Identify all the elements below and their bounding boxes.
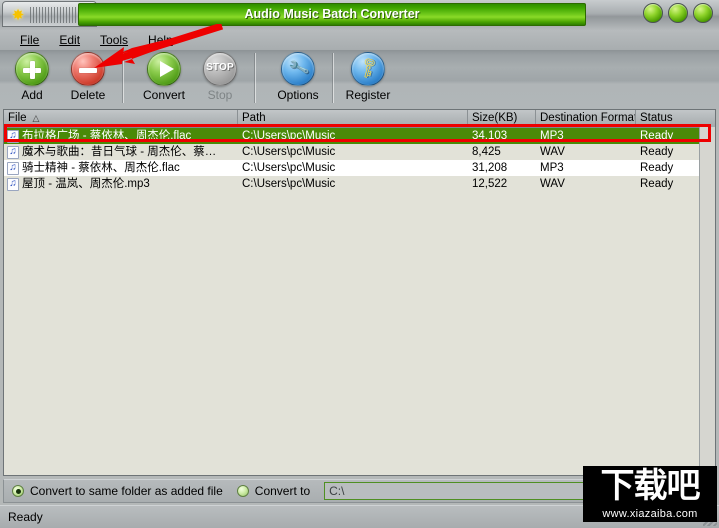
music-note-icon [7, 145, 19, 159]
file-list-header: File △ Path Size(KB) Destination Format S… [4, 110, 715, 128]
add-button-label: Add [21, 88, 43, 102]
title-strip: Audio Music Batch Converter [78, 3, 586, 26]
cell-destination-format: MP3 [540, 130, 564, 142]
status-text: Ready [8, 510, 43, 524]
column-header-path-label: Path [242, 112, 266, 124]
key-circle-icon: 🗝 [351, 52, 385, 86]
stop-button-label: Stop [207, 88, 233, 102]
column-header-status[interactable]: Status [636, 110, 714, 127]
key-glyph: 🗝 [355, 55, 383, 82]
menu-file-label: File [20, 33, 40, 47]
file-list-rows: 布拉格广场 - 蔡依林、周杰伦.flac C:\Users\pc\Music 3… [4, 128, 715, 192]
cell-size: 34,103 [472, 130, 508, 142]
cell-path: C:\Users\pc\Music [242, 130, 336, 142]
cell-file-name: 骑士精神 - 蔡依林、周杰伦.flac [22, 162, 180, 174]
cell-file-name: 屋顶 - 温岚、周杰伦.mp3 [22, 178, 150, 190]
plus-circle-icon [15, 52, 49, 86]
sort-ascending-icon: △ [32, 113, 40, 123]
column-header-size-label: Size(KB) [472, 112, 518, 124]
menu-edit[interactable]: Edit [49, 31, 90, 49]
vertical-scrollbar[interactable] [699, 127, 715, 475]
music-note-icon [7, 129, 19, 143]
music-note-icon [7, 161, 19, 175]
column-header-size[interactable]: Size(KB) [468, 110, 536, 127]
menu-bar: File Edit Tools Help [0, 30, 719, 50]
title-bar: ✸ Audio Music Batch Converter [0, 0, 719, 30]
add-button[interactable]: Add [6, 52, 58, 102]
cell-file-name: 布拉格广场 - 蔡依林、周杰伦.flac [22, 130, 192, 142]
cell-path: C:\Users\pc\Music [242, 146, 336, 158]
music-note-icon [7, 177, 19, 191]
cell-size: 31,208 [472, 162, 508, 174]
convert-button-label: Convert [142, 88, 186, 102]
options-button[interactable]: 🔧 Options [272, 52, 324, 102]
sun-app-icon: ✸ [11, 7, 25, 24]
output-options-bar: Convert to same folder as added file Con… [3, 479, 716, 503]
cell-destination-format: WAV [540, 146, 565, 158]
radio-convert-to-label: Convert to [254, 484, 311, 498]
cell-file: 骑士精神 - 蔡依林、周杰伦.flac [4, 160, 238, 176]
menu-edit-label: Edit [59, 33, 81, 47]
column-header-destination-format-label: Destination Format [540, 112, 636, 124]
wrench-circle-icon: 🔧 [281, 52, 315, 86]
cell-path: C:\Users\pc\Music [242, 178, 336, 190]
stop-circle-icon: STOP [203, 52, 237, 86]
column-header-destination-format[interactable]: Destination Format [536, 110, 636, 127]
application-window: ✸ Audio Music Batch Converter File Edit … [0, 0, 719, 528]
register-button[interactable]: 🗝 Register [342, 52, 394, 102]
delete-button-label: Delete [70, 88, 106, 102]
window-controls [643, 3, 713, 23]
file-list: File △ Path Size(KB) Destination Format S… [3, 109, 716, 476]
column-header-file[interactable]: File △ [4, 110, 238, 127]
resize-grip[interactable] [703, 512, 717, 526]
toolbar: Add Delete Convert STOP Stop 🔧 Options 🗝… [0, 50, 719, 109]
stop-button[interactable]: STOP Stop [194, 52, 246, 102]
options-button-label: Options [277, 88, 319, 102]
cell-destination-format: WAV [540, 178, 565, 190]
column-header-status-label: Status [640, 112, 673, 124]
cell-file-name: 魔术与歌曲：昔日气球 - 周杰伦、蔡… [22, 146, 217, 158]
table-row[interactable]: 骑士精神 - 蔡依林、周杰伦.flac C:\Users\pc\Music 31… [4, 160, 715, 176]
minimize-button[interactable] [643, 3, 663, 23]
wrench-glyph: 🔧 [287, 57, 311, 80]
close-button[interactable] [693, 3, 713, 23]
table-row[interactable]: 魔术与歌曲：昔日气球 - 周杰伦、蔡… C:\Users\pc\Music 8,… [4, 144, 715, 160]
cell-destination-format: MP3 [540, 162, 564, 174]
radio-convert-to[interactable] [236, 485, 249, 497]
menu-help-label: Help [148, 33, 173, 47]
maximize-button[interactable] [668, 3, 688, 23]
menu-tools[interactable]: Tools [90, 31, 138, 49]
cell-file: 布拉格广场 - 蔡依林、周杰伦.flac [4, 128, 238, 144]
status-bar: Ready [0, 505, 719, 528]
convert-button[interactable]: Convert [138, 52, 190, 102]
register-button-label: Register [345, 88, 391, 102]
play-circle-icon [147, 52, 181, 86]
menu-tools-label: Tools [100, 33, 129, 47]
output-path-input[interactable] [324, 482, 709, 500]
menu-help[interactable]: Help [138, 31, 183, 49]
cell-size: 12,522 [472, 178, 508, 190]
stop-badge-text: STOP [206, 62, 234, 73]
window-title: Audio Music Batch Converter [244, 7, 420, 21]
toolbar-separator-3 [332, 53, 334, 103]
radio-same-folder-label: Convert to same folder as added file [30, 484, 223, 498]
cell-path: C:\Users\pc\Music [242, 162, 336, 174]
cell-size: 8,425 [472, 146, 501, 158]
table-row[interactable]: 屋顶 - 温岚、周杰伦.mp3 C:\Users\pc\Music 12,522… [4, 176, 715, 192]
column-header-file-label: File [8, 112, 27, 124]
radio-same-folder[interactable] [12, 485, 24, 497]
menu-file[interactable]: File [10, 31, 49, 49]
cell-file: 屋顶 - 温岚、周杰伦.mp3 [4, 176, 238, 192]
table-row[interactable]: 布拉格广场 - 蔡依林、周杰伦.flac C:\Users\pc\Music 3… [4, 128, 715, 144]
toolbar-separator-1 [122, 53, 124, 103]
delete-button[interactable]: Delete [62, 52, 114, 102]
minus-circle-icon [71, 52, 105, 86]
toolbar-separator-2 [254, 53, 256, 103]
column-header-path[interactable]: Path [238, 110, 468, 127]
cell-file: 魔术与歌曲：昔日气球 - 周杰伦、蔡… [4, 144, 238, 160]
